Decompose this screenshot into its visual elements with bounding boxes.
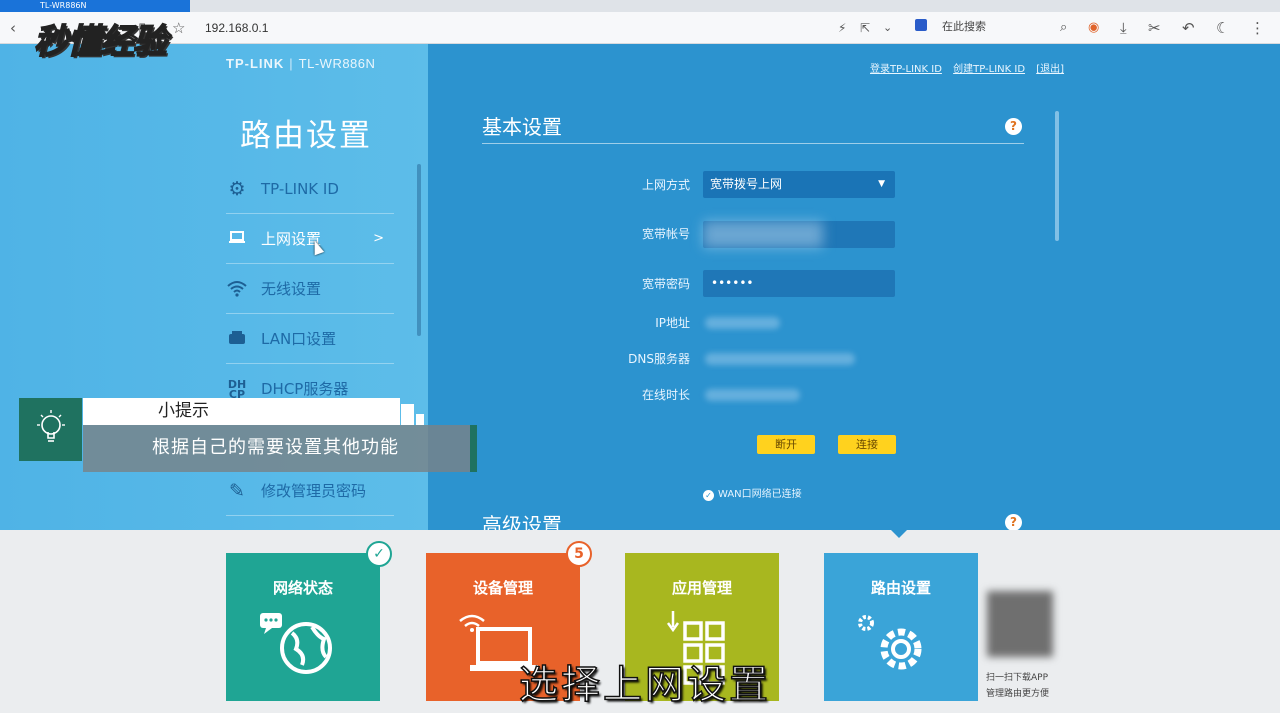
section-title: 路由设置	[240, 118, 372, 154]
check-badge-icon: ✓	[366, 541, 392, 567]
sidebar-item-tplink-id[interactable]: ⚙ TP-LINK ID	[226, 164, 394, 214]
tip-decoration	[416, 414, 424, 425]
tile-label: 设备管理	[472, 579, 533, 597]
account-blurred-value	[703, 221, 823, 248]
tip-heading: 小提示	[158, 401, 209, 421]
dns-blurred	[705, 353, 855, 365]
connect-button[interactable]: 连接	[838, 435, 896, 454]
advanced-help-icon[interactable]: ?	[1005, 514, 1022, 531]
browser-tab[interactable]: TL-WR886N	[0, 0, 190, 12]
tile-label: 路由设置	[870, 579, 931, 597]
tile-label: 网络状态	[272, 579, 333, 597]
disconnect-button[interactable]: 断开	[757, 435, 815, 454]
search-input[interactable]: 在此搜索	[942, 19, 986, 35]
app-qr-code	[987, 591, 1053, 657]
video-subtitle: 选择上网设置	[518, 662, 771, 709]
create-tplink-id-link[interactable]: 创建TP-LINK ID	[953, 64, 1025, 75]
section-divider	[482, 143, 1024, 144]
tip-icon-box	[19, 398, 82, 461]
sidebar-item-internet-settings[interactable]: 上网设置 >	[226, 214, 394, 264]
lightbulb-icon	[37, 410, 65, 442]
sidebar-item-change-password[interactable]: ✎ 修改管理员密码	[226, 466, 394, 516]
help-icon[interactable]: ?	[1005, 118, 1022, 135]
game-icon[interactable]: ◉	[1088, 18, 1099, 38]
ip-address-label: IP地址	[655, 316, 690, 330]
brand-name: TP-LINK	[226, 56, 285, 71]
router-model: TL-WR886N	[298, 56, 376, 71]
browser-toolbar: ‹ ▯ ☆ 192.168.0.1 ⚡ ⇱ ⌄ 在此搜索 ⌕ ◉ ⤓ ✂ ↶ ☾…	[0, 12, 1280, 44]
connection-type-label: 上网方式	[641, 178, 690, 192]
pencil-icon: ✎	[229, 480, 245, 502]
gear-icon: ⚙	[228, 178, 246, 200]
uptime-label: 在线时长	[641, 388, 690, 402]
address-bar[interactable]: 192.168.0.1	[205, 20, 268, 36]
tip-body-text: 根据自己的需要设置其他功能	[152, 437, 399, 458]
dns-label: DNS服务器	[628, 352, 690, 366]
basic-settings-title: 基本设置	[482, 115, 562, 139]
tile-label: 应用管理	[671, 579, 732, 597]
tab-title: TL-WR886N	[40, 1, 87, 10]
sidebar-item-lan[interactable]: LAN口设置	[226, 314, 394, 364]
account-label: 宽带帐号	[641, 227, 690, 241]
lightning-icon[interactable]: ⚡	[838, 18, 846, 38]
connection-type-select[interactable]: 宽带拨号上网 ▼	[703, 171, 895, 198]
download-icon[interactable]: ⤓	[1120, 18, 1127, 38]
undo-icon[interactable]: ↶	[1182, 18, 1195, 38]
sidebar-item-label: LAN口设置	[261, 330, 337, 348]
back-icon[interactable]: ‹	[10, 18, 16, 38]
search-engine-icon[interactable]	[915, 19, 927, 31]
device-count-badge: 5	[566, 541, 592, 567]
sidebar-scrollbar[interactable]	[417, 164, 421, 336]
browser-tab-strip: TL-WR886N	[0, 0, 1280, 12]
sidebar-item-wireless[interactable]: 无线设置	[226, 264, 394, 314]
chevron-right-icon: >	[373, 231, 384, 246]
sidebar-item-label: 无线设置	[261, 280, 322, 298]
tip-decoration	[401, 404, 414, 425]
account-links: 登录TP-LINK ID 创建TP-LINK ID [退出]	[870, 60, 1072, 75]
password-label: 宽带密码	[641, 277, 690, 291]
chevron-down-icon[interactable]: ⌄	[883, 18, 892, 38]
logout-link[interactable]: [退出]	[1036, 64, 1064, 75]
laptop-icon	[226, 228, 248, 250]
login-tplink-id-link[interactable]: 登录TP-LINK ID	[870, 64, 942, 75]
uptime-blurred	[705, 389, 800, 401]
tip-body-edge	[470, 425, 477, 472]
main-scrollbar[interactable]	[1055, 111, 1059, 241]
tip-heading-bar	[83, 398, 400, 425]
share-icon[interactable]: ⇱	[860, 18, 870, 38]
dropdown-caret-icon: ▼	[878, 179, 885, 189]
wifi-icon	[226, 278, 248, 300]
ip-address-blurred	[705, 317, 780, 329]
password-input[interactable]: ••••••	[703, 270, 895, 297]
wan-status-text: WAN口网络已连接	[718, 489, 802, 500]
router-brand: TP-LINK | TL-WR886N	[226, 56, 375, 71]
sidebar-item-label: 修改管理员密码	[261, 482, 367, 500]
sidebar-item-label: TP-LINK ID	[261, 180, 339, 198]
bookmark-star-icon[interactable]: ☆	[172, 18, 185, 38]
night-mode-icon[interactable]: ☾	[1216, 18, 1229, 38]
brand-separator: |	[289, 56, 294, 71]
check-circle-icon: ✓	[703, 490, 714, 501]
scissors-icon[interactable]: ✂	[1148, 18, 1161, 38]
lan-icon	[226, 328, 248, 350]
active-tile-pointer	[891, 530, 907, 538]
watermark-logo: 秒懂经验	[33, 21, 168, 63]
connection-type-value: 宽带拨号上网	[710, 177, 783, 191]
menu-icon[interactable]: ⋮	[1250, 18, 1265, 38]
sidebar-item-label: DHCP服务器	[261, 380, 349, 398]
wan-status: ✓ WAN口网络已连接	[703, 488, 802, 502]
search-icon[interactable]: ⌕	[1060, 18, 1067, 38]
